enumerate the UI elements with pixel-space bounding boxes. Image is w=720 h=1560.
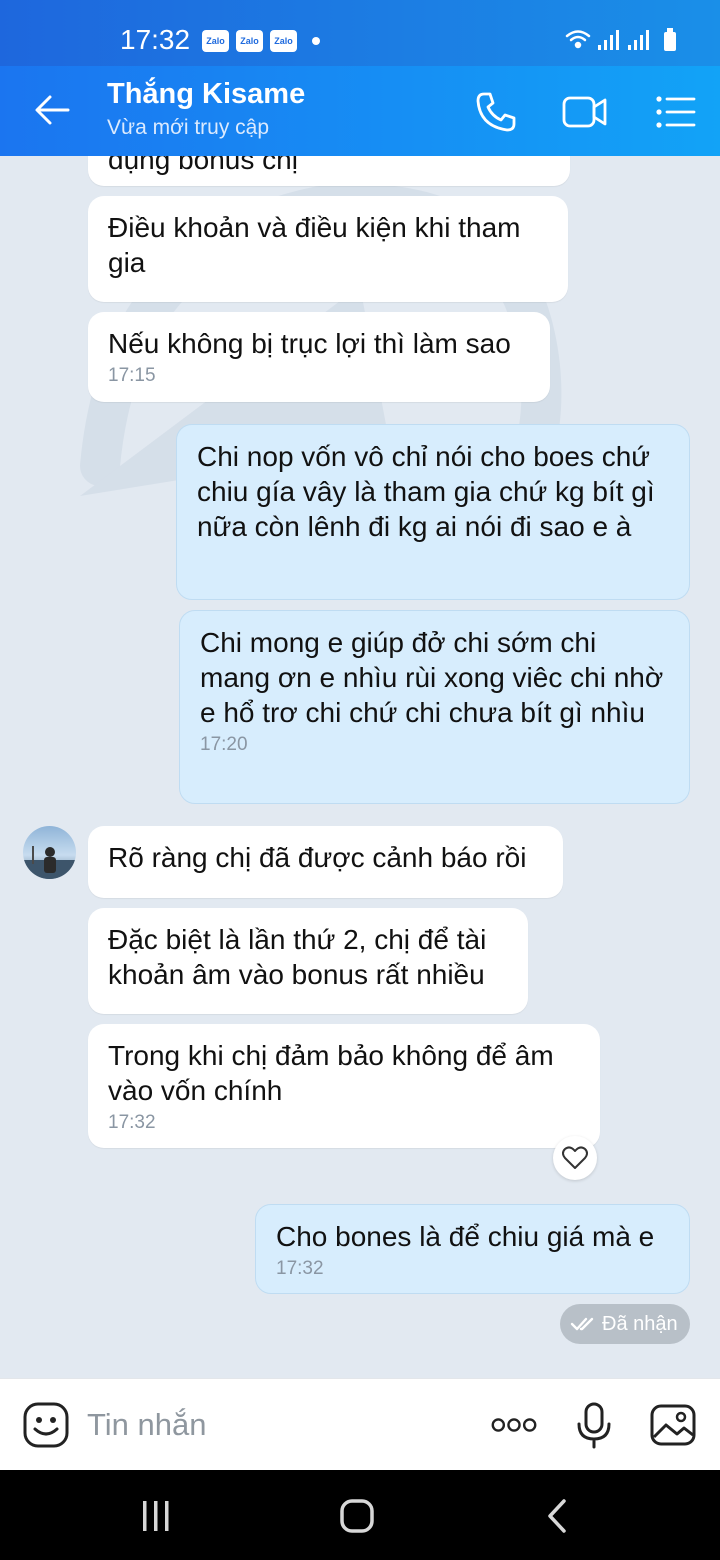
outgoing-message[interactable]: Chi nop vốn vô chỉ nói cho boes chứ chiu…: [176, 424, 690, 600]
back-nav-icon[interactable]: [538, 1498, 578, 1534]
person-silhouette-icon: [23, 846, 76, 879]
contact-status: Vừa mới truy cập: [107, 116, 270, 139]
message-text: Rõ ràng chị đã được cảnh báo rồi: [108, 842, 527, 873]
message-input-bar: Tin nhắn: [0, 1378, 720, 1470]
contact-name[interactable]: Thắng Kisame: [107, 78, 305, 111]
more-options-icon[interactable]: [490, 1401, 538, 1449]
message-text: Điều khoản và điều kiện khi tham gia: [108, 212, 521, 278]
incoming-message[interactable]: Trong khi chị đảm bảo không để âm vào vố…: [88, 1024, 600, 1148]
image-gallery-icon[interactable]: [649, 1401, 697, 1449]
delivery-status-text: Đã nhận: [602, 1313, 678, 1335]
outgoing-message[interactable]: Cho bones là để chiu giá mà e 17:32: [255, 1204, 690, 1294]
message-timestamp: 17:20: [200, 734, 248, 755]
zalo-notification-icon: Zalo: [270, 30, 297, 52]
message-timestamp: 17:32: [108, 1112, 156, 1133]
incoming-message[interactable]: Rõ ràng chị đã được cảnh báo rồi: [88, 826, 563, 898]
recent-apps-icon[interactable]: [136, 1498, 176, 1534]
home-icon[interactable]: [337, 1498, 377, 1534]
message-text: Chi mong e giúp đở chi sớm chi mang ơn e…: [200, 627, 664, 728]
signal-icon: [598, 30, 649, 50]
message-text: Đặc biệt là lần thứ 2, chị để tài khoản …: [108, 924, 487, 990]
incoming-message[interactable]: dụng bonus chị: [88, 156, 570, 186]
system-navigation-bar: [0, 1470, 720, 1560]
incoming-message[interactable]: Điều khoản và điều kiện khi tham gia: [88, 196, 568, 302]
video-call-icon[interactable]: [560, 88, 608, 136]
chat-header: Thắng Kisame Vừa mới truy cập: [0, 66, 720, 156]
emoji-sticker-icon[interactable]: [22, 1401, 70, 1449]
message-text: Nếu không bị trục lợi thì làm sao: [108, 328, 511, 359]
status-time: 17:32: [120, 24, 191, 55]
heart-icon: [562, 1146, 588, 1169]
message-timestamp: 17:32: [276, 1258, 324, 1279]
message-input[interactable]: Tin nhắn: [87, 1407, 207, 1443]
back-arrow-icon[interactable]: [30, 88, 74, 132]
contact-avatar[interactable]: [23, 826, 76, 879]
message-timestamp: 17:15: [108, 365, 156, 386]
chat-messages-area[interactable]: dụng bonus chị Điều khoản và điều kiện k…: [0, 156, 720, 1378]
microphone-icon[interactable]: [570, 1401, 618, 1449]
status-bar: 17:32 Zalo Zalo Zalo: [0, 0, 720, 66]
outgoing-message[interactable]: Chi mong e giúp đở chi sớm chi mang ơn e…: [179, 610, 690, 804]
message-text: Chi nop vốn vô chỉ nói cho boes chứ chiu…: [197, 441, 655, 542]
incoming-message[interactable]: Đặc biệt là lần thứ 2, chị để tài khoản …: [88, 908, 528, 1014]
message-text: Cho bones là để chiu giá mà e: [276, 1221, 655, 1252]
incoming-message[interactable]: Nếu không bị trục lợi thì làm sao 17:15: [88, 312, 550, 402]
phone-call-icon[interactable]: [472, 88, 520, 136]
message-text: dụng bonus chị: [108, 156, 298, 175]
zalo-notification-icon: Zalo: [236, 30, 263, 52]
delivery-status-badge: Đã nhận: [560, 1304, 690, 1344]
double-check-icon: [570, 1317, 594, 1331]
menu-list-icon[interactable]: [652, 88, 700, 136]
battery-icon: [664, 28, 676, 51]
zalo-notification-icon: Zalo: [202, 30, 229, 52]
message-text: Trong khi chị đảm bảo không để âm vào vố…: [108, 1040, 554, 1106]
system-status-icons: [565, 28, 676, 51]
more-notifications-dot-icon: [312, 37, 320, 45]
react-button[interactable]: [553, 1136, 597, 1180]
wifi-icon: [565, 30, 591, 49]
